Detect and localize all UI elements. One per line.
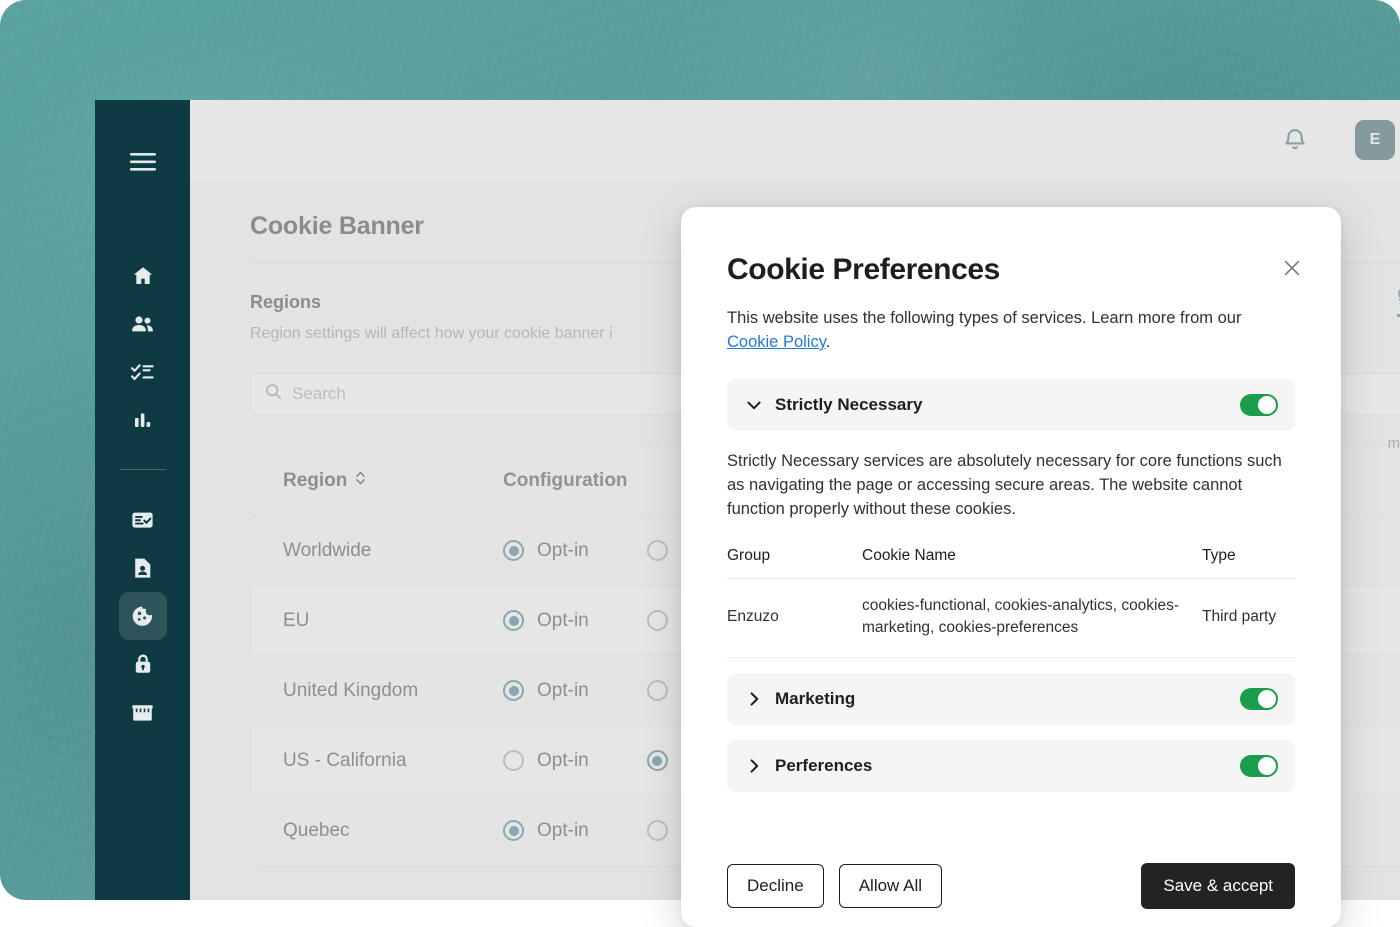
cell-region: Quebec — [283, 820, 503, 842]
sort-updown-icon[interactable] — [355, 470, 366, 492]
cell-region: United Kingdom — [283, 680, 503, 702]
sidebar-item-people[interactable] — [119, 300, 167, 348]
radio-indicator[interactable] — [647, 610, 668, 631]
close-x-icon[interactable] — [1279, 255, 1305, 281]
cookie-table-header-row: Group Cookie Name Type — [727, 547, 1295, 579]
notification-bell-icon[interactable] — [1273, 118, 1317, 162]
form-check-icon — [130, 509, 155, 531]
home-icon — [131, 264, 155, 288]
chevron-right-icon[interactable] — [744, 759, 764, 773]
cookie-column-type: Type — [1202, 547, 1295, 579]
sidebar-divider — [120, 469, 166, 470]
hamburger-menu-icon[interactable] — [119, 138, 167, 186]
radio-indicator[interactable] — [503, 610, 524, 631]
people-icon — [130, 312, 155, 336]
modal-description: This website uses the following types of… — [727, 306, 1295, 354]
account-switcher[interactable]: E enz Swi — [1355, 120, 1400, 160]
modal-description-prefix: This website uses the following types of… — [727, 309, 1241, 327]
accordion-label: Marketing — [775, 689, 1240, 709]
sidebar-item-data-requests[interactable] — [119, 544, 167, 592]
radio-label: Opt-in — [537, 610, 589, 632]
radio-option-opt-in[interactable]: Opt-in — [503, 680, 589, 702]
radio-option-opt-in[interactable]: Opt-in — [503, 610, 589, 632]
chevron-right-icon[interactable] — [744, 692, 764, 706]
column-label-configuration: Configuration — [503, 470, 628, 492]
radio-option-opt-in[interactable]: Opt-in — [503, 820, 589, 842]
storefront-icon — [130, 701, 155, 723]
checklist-icon — [130, 361, 155, 383]
cookie-column-name: Cookie Name — [862, 547, 1202, 579]
avatar: E — [1355, 120, 1395, 160]
sidebar — [95, 100, 190, 900]
accordion-header-strictly-necessary[interactable]: Strictly Necessary — [727, 379, 1295, 431]
bar-chart-icon — [131, 409, 155, 431]
radio-indicator[interactable] — [503, 820, 524, 841]
top-bar: E enz Swi — [190, 100, 1400, 180]
radio-indicator[interactable] — [647, 820, 668, 841]
chevron-down-icon[interactable] — [744, 401, 764, 410]
toggle-perferences[interactable] — [1240, 755, 1278, 777]
cookie-icon — [130, 604, 155, 629]
radio-indicator[interactable] — [647, 680, 668, 701]
decline-button[interactable]: Decline — [727, 864, 824, 908]
cookie-column-group: Group — [727, 547, 862, 579]
cookie-cell-name: cookies-functional, cookies-analytics, c… — [862, 579, 1202, 657]
sidebar-item-home[interactable] — [119, 252, 167, 300]
toggle-strictly-necessary[interactable] — [1240, 394, 1278, 416]
modal-description-suffix: . — [826, 333, 831, 351]
radio-option-opt-in[interactable]: Opt-in — [503, 750, 589, 772]
modal-title: Cookie Preferences — [727, 253, 1295, 287]
cell-region: EU — [283, 610, 503, 632]
toggle-marketing[interactable] — [1240, 688, 1278, 710]
accordion-header-marketing[interactable]: Marketing — [727, 673, 1295, 725]
radio-indicator[interactable] — [503, 680, 524, 701]
accordion-body-strictly-necessary: Strictly Necessary services are absolute… — [727, 449, 1295, 521]
accordion-label: Strictly Necessary — [775, 395, 1240, 415]
cell-region: US - California — [283, 750, 503, 772]
column-label-region: Region — [283, 470, 347, 492]
recommended-label[interactable]: mmende — [1388, 435, 1400, 452]
sidebar-item-analytics[interactable] — [119, 396, 167, 444]
cookie-policy-link[interactable]: Cookie Policy — [727, 333, 826, 351]
radio-label: Opt-in — [537, 540, 589, 562]
radio-option-opt-in[interactable]: Opt-in — [503, 540, 589, 562]
radio-indicator[interactable] — [647, 540, 668, 561]
cookie-details-table: Group Cookie Name Type Enzuzo cookies-fu… — [727, 547, 1295, 657]
accordion-label: Perferences — [775, 756, 1240, 776]
radio-indicator[interactable] — [503, 540, 524, 561]
sidebar-item-cookies[interactable] — [119, 592, 167, 640]
column-header-region[interactable]: Region — [283, 470, 503, 492]
radio-label: Opt-in — [537, 820, 589, 842]
search-icon — [265, 383, 282, 405]
cookie-preferences-modal: Cookie Preferences This website uses the… — [681, 207, 1341, 927]
accordion-header-perferences[interactable]: Perferences — [727, 740, 1295, 792]
allow-all-button[interactable]: Allow All — [839, 864, 942, 908]
sidebar-item-forms[interactable] — [119, 496, 167, 544]
sidebar-item-tasks[interactable] — [119, 348, 167, 396]
cell-region: Worldwide — [283, 540, 503, 562]
cookie-cell-group: Enzuzo — [727, 579, 862, 657]
save-accept-button[interactable]: Save & accept — [1141, 863, 1295, 909]
cookie-cell-type: Third party — [1202, 579, 1295, 657]
radio-label: Opt-in — [537, 680, 589, 702]
lock-icon — [132, 652, 154, 676]
radio-indicator[interactable] — [503, 750, 524, 771]
sidebar-item-security[interactable] — [119, 640, 167, 688]
document-person-icon — [131, 556, 154, 580]
radio-label: Opt-in — [537, 750, 589, 772]
cookie-table-row: Enzuzo cookies-functional, cookies-analy… — [727, 579, 1295, 657]
modal-actions: Decline Allow All Save & accept — [727, 863, 1295, 909]
radio-indicator[interactable] — [647, 750, 668, 771]
sidebar-item-store[interactable] — [119, 688, 167, 736]
